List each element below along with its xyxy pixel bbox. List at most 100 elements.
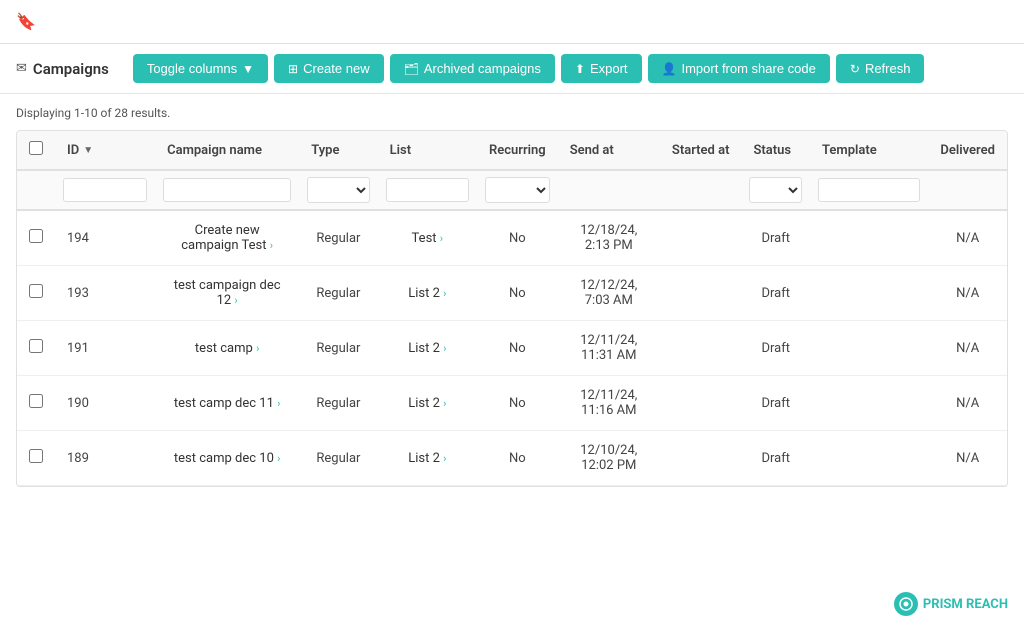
table-row: 191test camp ›RegularList 2 ›No12/11/24,… [17, 321, 1007, 376]
delivered-column-header: Delivered [928, 131, 1007, 170]
campaign-name-link[interactable]: test camp dec 11 › [174, 396, 281, 411]
type-label: Type [311, 143, 339, 158]
recurring-filter-select[interactable]: Yes No [485, 177, 550, 203]
row-checkbox[interactable] [29, 229, 43, 243]
row-template [810, 431, 928, 486]
row-list[interactable]: List 2 › [378, 431, 477, 486]
export-button[interactable]: ⬆ Export [561, 54, 642, 83]
row-status: Draft [741, 431, 810, 486]
row-checkbox-cell[interactable] [17, 210, 55, 266]
campaigns-tbody: 194Create new campaign Test ›RegularTest… [17, 210, 1007, 486]
id-filter-input[interactable] [63, 178, 147, 202]
select-all-checkbox[interactable] [29, 141, 43, 155]
row-checkbox[interactable] [29, 339, 43, 353]
row-campaign-name[interactable]: Create new campaign Test › [155, 210, 299, 266]
campaigns-table-wrapper: ID ▼ Campaign name Type List Recurrin [16, 130, 1008, 487]
row-type: Regular [299, 321, 377, 376]
filter-recurring-cell[interactable]: Yes No [477, 170, 558, 210]
row-type: Regular [299, 210, 377, 266]
filter-name-cell[interactable] [155, 170, 299, 210]
row-send-at: 12/10/24, 12:02 PM [558, 431, 660, 486]
prism-reach-logo: PRISM REACH [894, 592, 1008, 616]
row-list[interactable]: Test › [378, 210, 477, 266]
filter-list-cell[interactable] [378, 170, 477, 210]
row-status: Draft [741, 321, 810, 376]
template-filter-input[interactable] [818, 178, 920, 202]
row-checkbox-cell[interactable] [17, 376, 55, 431]
filter-status-cell[interactable]: Draft Sent [741, 170, 810, 210]
sort-icon: ▼ [83, 145, 93, 156]
row-id: 193 [55, 266, 155, 321]
row-template [810, 210, 928, 266]
row-started-at [660, 210, 742, 266]
filter-id-cell[interactable] [55, 170, 155, 210]
refresh-button[interactable]: ↻ Refresh [836, 54, 925, 83]
row-checkbox[interactable] [29, 284, 43, 298]
row-list[interactable]: List 2 › [378, 266, 477, 321]
row-list[interactable]: List 2 › [378, 376, 477, 431]
row-type: Regular [299, 266, 377, 321]
row-list[interactable]: List 2 › [378, 321, 477, 376]
row-status: Draft [741, 266, 810, 321]
toggle-columns-button[interactable]: Toggle columns ▼ [133, 54, 268, 83]
send-at-label: Send at [570, 143, 614, 158]
list-arrow-icon: › [443, 397, 446, 410]
row-template [810, 321, 928, 376]
row-checkbox-cell[interactable] [17, 266, 55, 321]
recurring-column-header: Recurring [477, 131, 558, 170]
footer-bar: PRISM REACH [878, 584, 1024, 624]
filter-row: Regular Yes No [17, 170, 1007, 210]
table-row: 194Create new campaign Test ›RegularTest… [17, 210, 1007, 266]
row-campaign-name[interactable]: test camp › [155, 321, 299, 376]
filter-checkbox-cell [17, 170, 55, 210]
type-filter-select[interactable]: Regular [307, 177, 369, 203]
filter-started-at-cell [660, 170, 742, 210]
campaign-name-link[interactable]: test campaign dec 12 › [174, 278, 281, 308]
list-filter-input[interactable] [386, 178, 469, 202]
row-delivered: N/A [928, 376, 1007, 431]
row-campaign-name[interactable]: test campaign dec 12 › [155, 266, 299, 321]
campaign-name-label: Campaign name [167, 143, 262, 158]
id-column-header[interactable]: ID ▼ [55, 131, 155, 170]
campaign-name-column-header: Campaign name [155, 131, 299, 170]
campaign-name-link[interactable]: test camp dec 10 › [174, 451, 281, 466]
name-filter-input[interactable] [163, 178, 291, 202]
select-all-header[interactable] [17, 131, 55, 170]
page-header: ✉ Campaigns Toggle columns ▼ ⊞ Create ne… [0, 44, 1024, 94]
import-share-code-button[interactable]: 👤 Import from share code [648, 54, 830, 83]
main-content: Displaying 1-10 of 28 results. ID ▼ Camp… [0, 94, 1024, 499]
row-checkbox[interactable] [29, 449, 43, 463]
row-started-at [660, 431, 742, 486]
create-new-button[interactable]: ⊞ Create new [274, 54, 384, 83]
row-recurring: No [477, 266, 558, 321]
row-campaign-name[interactable]: test camp dec 10 › [155, 431, 299, 486]
delivered-label: Delivered [940, 143, 995, 158]
toggle-columns-label: Toggle columns [147, 61, 237, 76]
row-checkbox-cell[interactable] [17, 431, 55, 486]
send-at-column-header: Send at [558, 131, 660, 170]
campaign-name-link[interactable]: Create new campaign Test › [181, 223, 273, 253]
arrow-right-icon: › [277, 397, 280, 410]
filter-send-at-cell [558, 170, 660, 210]
list-arrow-icon: › [443, 452, 446, 465]
list-link[interactable]: Test › [412, 231, 444, 246]
started-at-column-header: Started at [660, 131, 742, 170]
campaign-name-link[interactable]: test camp › [195, 341, 259, 356]
archived-campaigns-button[interactable]: 🗂 Archived campaigns [390, 54, 555, 83]
top-bar: 🔖 [0, 0, 1024, 44]
envelope-icon: ✉ [16, 61, 27, 76]
list-link[interactable]: List 2 › [408, 451, 446, 466]
row-checkbox[interactable] [29, 394, 43, 408]
row-id: 190 [55, 376, 155, 431]
filter-type-cell[interactable]: Regular [299, 170, 377, 210]
row-id: 191 [55, 321, 155, 376]
status-filter-select[interactable]: Draft Sent [749, 177, 802, 203]
list-link[interactable]: List 2 › [408, 396, 446, 411]
list-link[interactable]: List 2 › [408, 286, 446, 301]
id-column-label: ID [67, 143, 79, 158]
list-label: List [390, 143, 411, 158]
list-link[interactable]: List 2 › [408, 341, 446, 356]
row-campaign-name[interactable]: test camp dec 11 › [155, 376, 299, 431]
filter-template-cell[interactable] [810, 170, 928, 210]
row-checkbox-cell[interactable] [17, 321, 55, 376]
